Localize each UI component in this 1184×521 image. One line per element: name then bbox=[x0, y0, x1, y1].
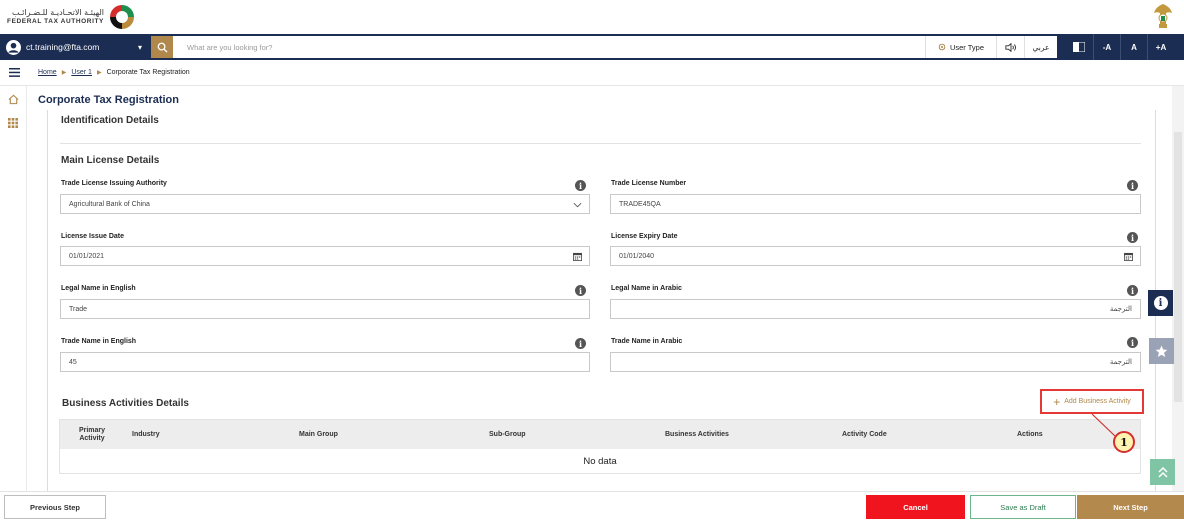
plus-icon: + bbox=[1053, 394, 1061, 409]
business-activities-table: Primary Activity Industry Main Group Sub… bbox=[59, 419, 1141, 474]
column-header-main-group: Main Group bbox=[299, 430, 338, 438]
info-icon[interactable]: i bbox=[575, 180, 586, 191]
callout-number-badge: 1 bbox=[1113, 431, 1135, 453]
contrast-icon bbox=[1073, 42, 1085, 52]
scrollbar-thumb[interactable] bbox=[1174, 132, 1182, 402]
apps-grid-icon[interactable] bbox=[8, 118, 18, 128]
column-header-industry: Industry bbox=[132, 430, 160, 438]
speaker-icon bbox=[1004, 42, 1016, 52]
main-license-heading: Main License Details bbox=[61, 155, 160, 166]
breadcrumb-bar: Home ▶ User 1 ▶ Corporate Tax Registrati… bbox=[0, 60, 1184, 86]
license-issue-date-value: 01/01/2021 bbox=[69, 252, 105, 260]
breadcrumb-user-link[interactable]: User 1 bbox=[71, 69, 92, 76]
trade-license-authority-select[interactable]: Agricultural Bank of China bbox=[60, 194, 590, 214]
font-decrease-button[interactable]: -A bbox=[1093, 34, 1120, 60]
scroll-to-top-button[interactable] bbox=[1150, 459, 1175, 485]
column-header-sub-group: Sub-Group bbox=[489, 430, 526, 438]
search-icon bbox=[157, 42, 168, 53]
breadcrumb-current: Corporate Tax Registration bbox=[106, 69, 190, 76]
info-icon[interactable]: i bbox=[1127, 232, 1138, 243]
font-normal-button[interactable]: A bbox=[1120, 34, 1147, 60]
trade-license-authority-label: Trade License Issuing Authority bbox=[61, 180, 167, 187]
trade-license-authority-value: Agricultural Bank of China bbox=[69, 200, 150, 208]
text-to-speech-button[interactable] bbox=[996, 36, 1024, 58]
search-input[interactable] bbox=[173, 36, 925, 58]
double-chevron-up-icon bbox=[1157, 466, 1168, 478]
user-menu[interactable]: ct.training@fta.com ▾ bbox=[0, 34, 150, 60]
logo-arabic-text: الهيئـة الاتحـاديـة للـضـرائـب bbox=[11, 7, 104, 17]
contrast-toggle-button[interactable] bbox=[1065, 34, 1093, 60]
trade-name-en-input[interactable]: 45 bbox=[60, 352, 590, 372]
fta-logo-icon bbox=[109, 5, 134, 29]
breadcrumb-separator-icon: ▶ bbox=[96, 70, 102, 76]
navigation-bar: ct.training@fta.com ▾ User Type عربي bbox=[0, 34, 1184, 60]
next-step-button[interactable]: Next Step bbox=[1077, 495, 1184, 519]
info-icon[interactable]: i bbox=[575, 285, 586, 296]
search-button[interactable] bbox=[151, 36, 173, 58]
breadcrumb-separator-icon: ▶ bbox=[61, 70, 67, 76]
trade-name-ar-label: Trade Name in Arabic bbox=[611, 338, 683, 345]
license-expiry-date-value: 01/01/2040 bbox=[619, 252, 655, 260]
user-avatar-icon bbox=[6, 39, 21, 55]
home-icon[interactable] bbox=[8, 94, 19, 105]
user-type-button[interactable]: User Type bbox=[925, 36, 996, 58]
uae-emblem-icon bbox=[1154, 4, 1172, 28]
trade-name-en-label: Trade Name in English bbox=[61, 338, 137, 345]
breadcrumb: Home ▶ User 1 ▶ Corporate Tax Registrati… bbox=[38, 69, 190, 76]
license-issue-date-label: License Issue Date bbox=[61, 233, 125, 240]
info-icon[interactable]: i bbox=[1127, 180, 1138, 191]
breadcrumb-home-link[interactable]: Home bbox=[38, 69, 57, 76]
legal-name-en-input[interactable]: Trade bbox=[60, 299, 590, 319]
license-issue-date-input[interactable]: 01/01/2021 bbox=[60, 246, 590, 266]
logo-english-text: FEDERAL TAX AUTHORITY bbox=[7, 17, 104, 25]
cancel-button[interactable]: Cancel bbox=[866, 495, 965, 519]
table-header: Primary Activity Industry Main Group Sub… bbox=[60, 420, 1140, 449]
previous-step-button[interactable]: Previous Step bbox=[4, 495, 106, 519]
favorite-button[interactable] bbox=[1149, 338, 1174, 364]
page-title: Corporate Tax Registration bbox=[38, 94, 179, 106]
font-increase-button[interactable]: +A bbox=[1147, 34, 1174, 60]
table-empty-state: No data bbox=[583, 456, 617, 467]
column-header-actions: Actions bbox=[1017, 430, 1043, 438]
legal-name-ar-input[interactable]: الترجمة bbox=[610, 299, 1141, 319]
fta-logo[interactable]: الهيئـة الاتحـاديـة للـضـرائـب FEDERAL T… bbox=[7, 2, 137, 32]
info-icon: i bbox=[1153, 296, 1168, 310]
user-type-label: User Type bbox=[949, 42, 985, 52]
calendar-icon[interactable] bbox=[1124, 252, 1133, 261]
column-header-activity-code: Activity Code bbox=[842, 430, 887, 438]
info-icon[interactable]: i bbox=[575, 338, 586, 349]
form-action-bar: Previous Step Cancel Save as Draft Next … bbox=[0, 491, 1184, 521]
identification-details-heading: Identification Details bbox=[61, 115, 159, 126]
info-icon[interactable]: i bbox=[1127, 285, 1138, 296]
trade-license-number-input[interactable]: TRADE45QA bbox=[610, 194, 1141, 214]
license-expiry-date-label: License Expiry Date bbox=[611, 233, 678, 240]
left-rail bbox=[0, 86, 27, 521]
legal-name-en-label: Legal Name in English bbox=[61, 285, 136, 292]
legal-name-ar-label: Legal Name in Arabic bbox=[611, 285, 682, 292]
column-header-primary-activity: Primary Activity bbox=[78, 426, 106, 442]
column-header-business-activities: Business Activities bbox=[665, 430, 729, 438]
business-activities-heading: Business Activities Details bbox=[62, 398, 189, 409]
trade-license-number-label: Trade License Number bbox=[611, 180, 687, 187]
info-panel-button[interactable]: i bbox=[1148, 290, 1173, 316]
add-business-activity-button[interactable]: + Add Business Activity bbox=[1040, 389, 1144, 414]
top-header: الهيئـة الاتحـاديـة للـضـرائـب FEDERAL T… bbox=[0, 0, 1184, 34]
add-business-activity-label: Add Business Activity bbox=[1064, 398, 1131, 405]
gear-icon bbox=[938, 43, 946, 51]
chevron-down-icon: ▾ bbox=[137, 42, 142, 52]
trade-name-ar-input[interactable]: الترجمة bbox=[610, 352, 1141, 372]
section-divider bbox=[60, 143, 1141, 144]
language-toggle[interactable]: عربي bbox=[1024, 36, 1057, 58]
save-as-draft-button[interactable]: Save as Draft bbox=[970, 495, 1076, 519]
license-expiry-date-input[interactable]: 01/01/2040 bbox=[610, 246, 1141, 266]
user-email: ct.training@fta.com bbox=[26, 42, 100, 52]
calendar-icon[interactable] bbox=[573, 252, 582, 261]
star-icon bbox=[1155, 345, 1168, 357]
menu-icon[interactable] bbox=[9, 68, 20, 77]
info-icon[interactable]: i bbox=[1127, 337, 1138, 348]
chevron-down-icon bbox=[573, 202, 582, 208]
